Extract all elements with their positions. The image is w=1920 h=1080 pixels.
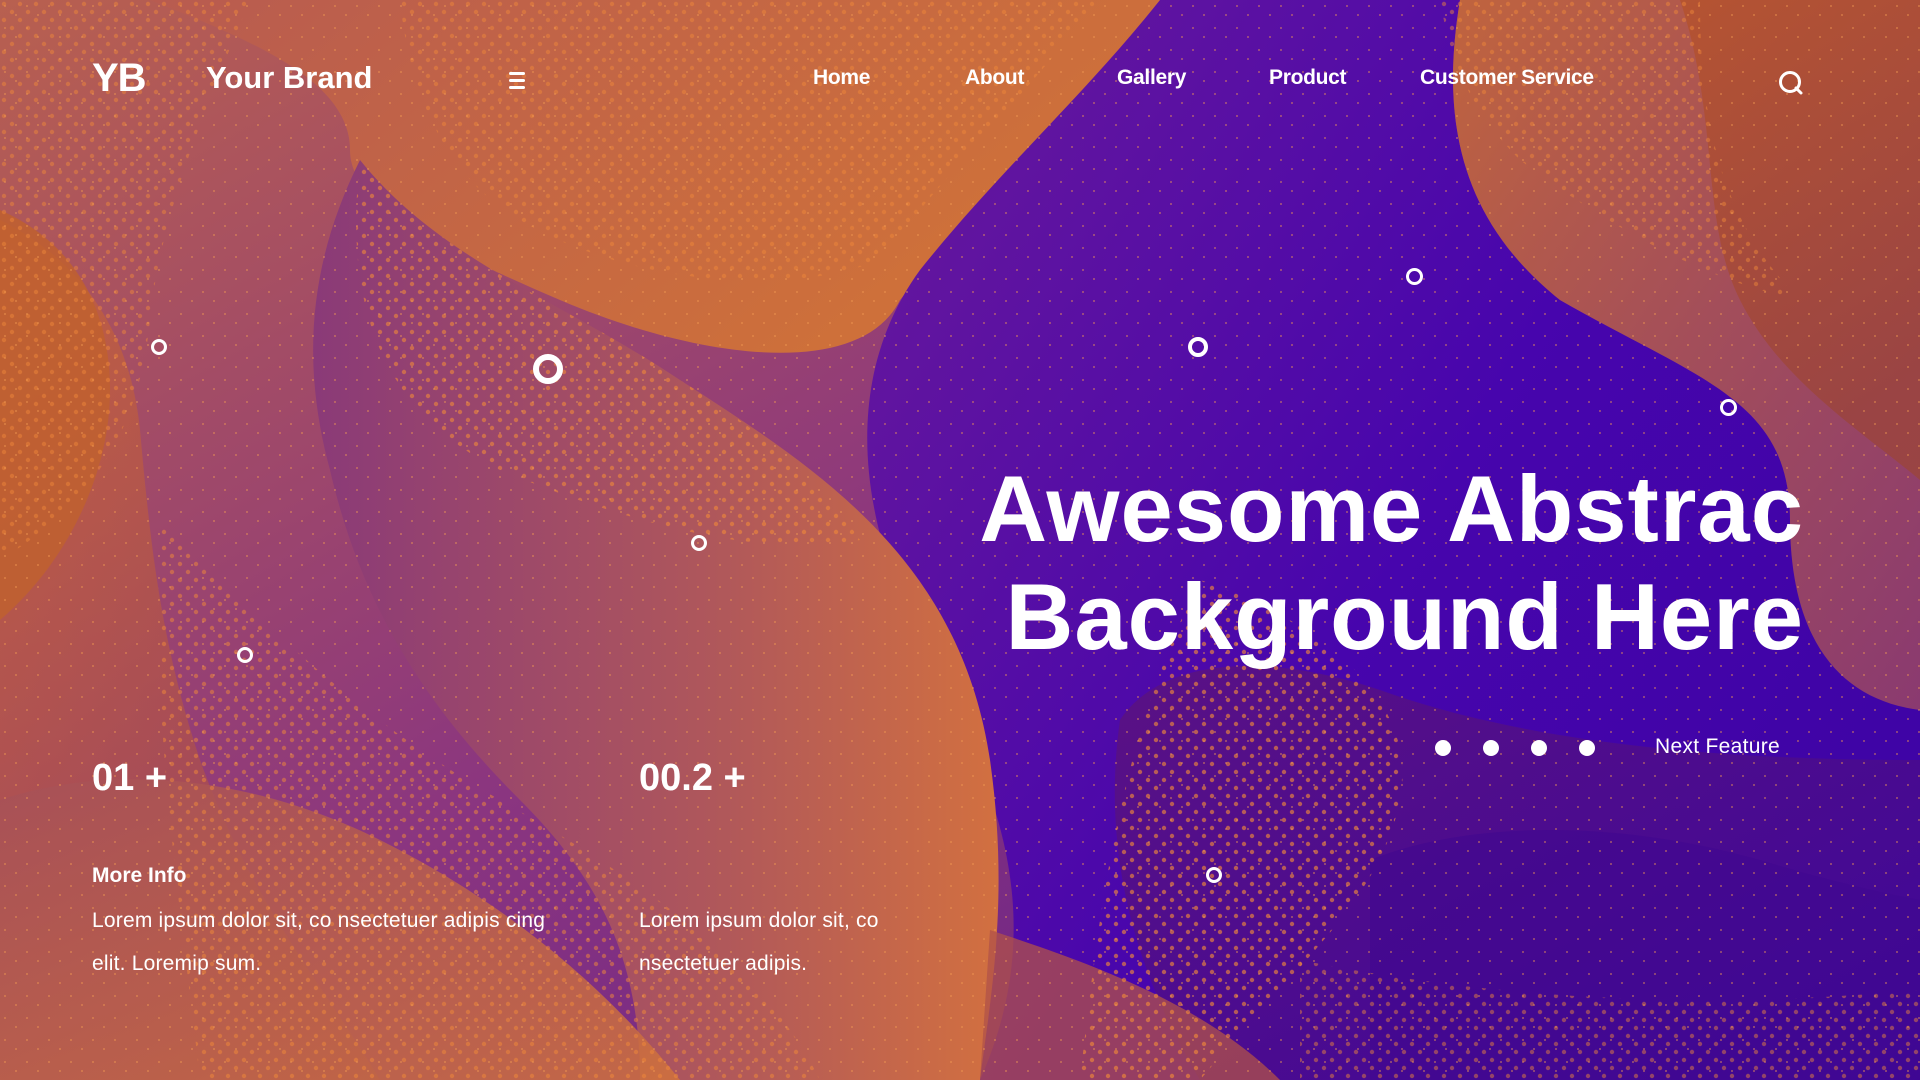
hero-title-line-2: Background Here bbox=[1005, 564, 1804, 669]
stat-description-1-line-2: elit. Loremip sum. bbox=[92, 952, 262, 975]
brand-name[interactable]: Your Brand bbox=[206, 60, 373, 96]
nav-about[interactable]: About bbox=[965, 66, 1024, 90]
search-button[interactable] bbox=[1777, 69, 1805, 97]
stat-description-1-line-1: Lorem ipsum dolor sit, co nsectetuer adi… bbox=[92, 909, 546, 932]
feature-pager bbox=[1435, 740, 1595, 756]
nav-gallery[interactable]: Gallery bbox=[1117, 66, 1186, 90]
stat-value-1: 01 + bbox=[92, 757, 168, 799]
nav-product[interactable]: Product bbox=[1269, 66, 1347, 90]
stat-description-2-line-2: nsectetuer adipis. bbox=[639, 952, 808, 975]
stat-description-2: Lorem ipsum dolor sit, co nsectetuer adi… bbox=[639, 899, 879, 985]
logo-mark[interactable]: YB bbox=[92, 56, 147, 101]
hero-title-line-1: Awesome Abstrac bbox=[979, 456, 1804, 561]
hamburger-menu-button[interactable] bbox=[507, 72, 527, 92]
stat-description-1: Lorem ipsum dolor sit, co nsectetuer adi… bbox=[92, 899, 545, 985]
nav-home[interactable]: Home bbox=[813, 66, 870, 90]
stat-value-2: 00.2 + bbox=[639, 757, 746, 799]
pager-dot-4[interactable] bbox=[1579, 740, 1595, 756]
next-feature-link[interactable]: Next Feature bbox=[1655, 735, 1780, 759]
pager-dot-1[interactable] bbox=[1435, 740, 1451, 756]
search-icon bbox=[1779, 71, 1803, 95]
nav-customer-service[interactable]: Customer Service bbox=[1420, 66, 1594, 90]
more-info-link[interactable]: More Info bbox=[92, 864, 187, 888]
hero-title: Awesome Abstrac Background Here bbox=[804, 455, 1804, 671]
stat-description-2-line-1: Lorem ipsum dolor sit, co bbox=[639, 909, 879, 932]
pager-dot-3[interactable] bbox=[1531, 740, 1547, 756]
hamburger-menu-icon bbox=[507, 72, 527, 89]
pager-dot-2[interactable] bbox=[1483, 740, 1499, 756]
